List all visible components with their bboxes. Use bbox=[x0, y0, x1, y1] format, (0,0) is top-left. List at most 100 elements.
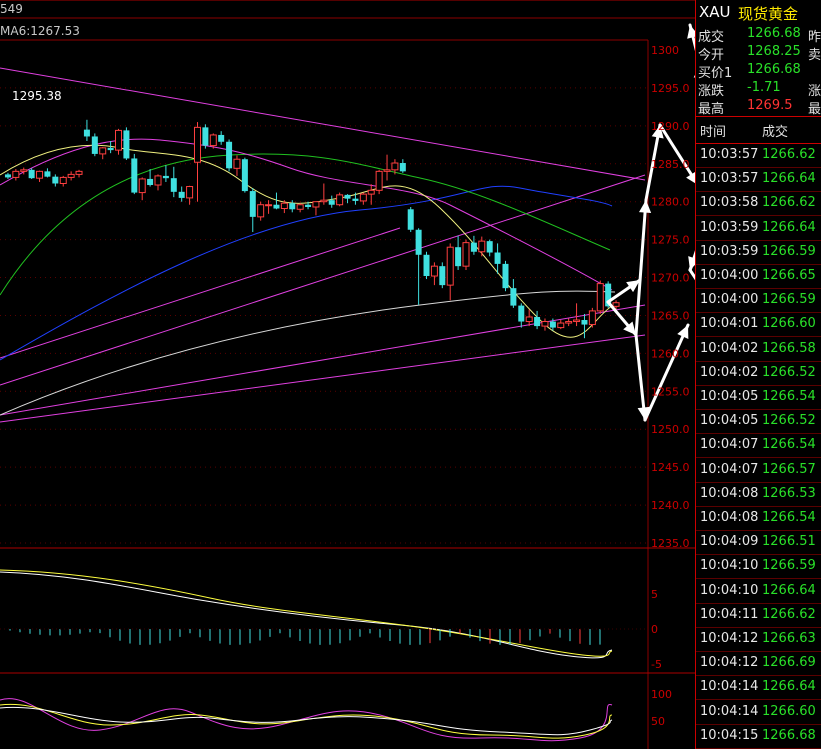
candle-body bbox=[446, 246, 454, 286]
trade-price: 1266.63 bbox=[762, 631, 816, 646]
quote-label-extra: 涨 bbox=[808, 84, 821, 99]
trade-price: 1266.62 bbox=[762, 606, 816, 622]
trade-time: 10:04:05 bbox=[700, 413, 759, 429]
trade-row: 10:04:08 1266.53 bbox=[696, 482, 821, 507]
candle-body bbox=[525, 316, 533, 323]
trade-time: 10:04:07 bbox=[700, 461, 759, 477]
trade-price: 1266.51 bbox=[762, 534, 816, 550]
kdj-panel bbox=[0, 698, 613, 742]
trade-row: 10:04:07 1266.57 bbox=[696, 458, 821, 483]
trade-row: 10:04:11 1266.62 bbox=[696, 603, 821, 628]
trade-row: 10:03:57 1266.62 bbox=[696, 143, 821, 168]
candle-body bbox=[375, 170, 383, 191]
trade-row: 10:03:59 1266.64 bbox=[696, 216, 821, 241]
price-tick-label: 1285.0 bbox=[651, 158, 690, 171]
price-tick-label: 1270.0 bbox=[651, 272, 690, 285]
trade-price: 1266.54 bbox=[762, 389, 816, 404]
candle-body bbox=[557, 322, 565, 329]
trade-price: 1266.52 bbox=[762, 364, 816, 380]
candle-body bbox=[573, 319, 581, 323]
candle-body bbox=[273, 204, 280, 209]
candle-body bbox=[107, 147, 114, 151]
trade-time: 10:04:10 bbox=[700, 582, 759, 598]
trade-price: 1266.64 bbox=[762, 679, 816, 695]
kline-chart[interactable]: 1300 1295.0 1290.0 1285.0 1280.0 1275.0 1270.0… bbox=[0, 0, 695, 749]
candle-body bbox=[581, 320, 588, 325]
macd-dea-line bbox=[0, 569, 613, 657]
candle-body bbox=[20, 169, 28, 172]
candle-body bbox=[359, 193, 367, 202]
trade-price: 1266.57 bbox=[762, 461, 816, 477]
macd-tick-label: 0 bbox=[651, 623, 658, 636]
candle-body bbox=[423, 254, 430, 277]
trade-price: 1266.60 bbox=[762, 316, 816, 332]
arrow-shaft bbox=[634, 198, 648, 337]
candle-body bbox=[541, 321, 549, 327]
candle-body bbox=[280, 202, 288, 210]
trades-price-header: 成交 bbox=[762, 125, 789, 140]
trade-time: 10:04:15 bbox=[700, 727, 759, 743]
trade-row: 10:04:01 1266.60 bbox=[696, 312, 821, 338]
trend-line bbox=[0, 67, 646, 181]
candle-body bbox=[399, 163, 406, 172]
quote-row: 今开 1268.25 卖 bbox=[696, 44, 821, 63]
candle-body bbox=[470, 242, 477, 252]
trade-price: 1266.64 bbox=[762, 171, 816, 187]
candle-body bbox=[52, 176, 59, 184]
candle-body bbox=[147, 178, 154, 186]
trade-row: 10:04:14 1266.64 bbox=[696, 675, 821, 701]
candle-body bbox=[289, 203, 296, 210]
trade-time: 10:04:10 bbox=[700, 558, 759, 574]
candle-body bbox=[344, 194, 351, 199]
candle-body bbox=[494, 252, 501, 264]
trade-price: 1266.59 bbox=[762, 558, 816, 574]
candle-body bbox=[138, 178, 146, 194]
trade-row: 10:04:00 1266.65 bbox=[696, 264, 821, 289]
trade-row: 10:03:59 1266.59 bbox=[696, 240, 821, 265]
trade-time: 10:04:14 bbox=[700, 703, 759, 719]
macd-tick-label: 5 bbox=[651, 588, 658, 601]
symbol-name: 现货黄金 bbox=[738, 5, 799, 23]
candle-body bbox=[4, 174, 11, 178]
candle-body bbox=[588, 310, 596, 326]
candle-body bbox=[154, 175, 162, 186]
candle-body bbox=[518, 305, 525, 322]
trade-price: 1266.69 bbox=[762, 655, 816, 671]
quote-row: 最高 1269.5 最 bbox=[696, 98, 821, 117]
chart-grid bbox=[0, 0, 695, 749]
trade-row: 10:04:12 1266.69 bbox=[696, 651, 821, 677]
quote-label: 最高 bbox=[698, 102, 725, 117]
quote-header: XAU 现货黄金 bbox=[696, 0, 821, 26]
trade-row: 10:04:05 1266.54 bbox=[696, 385, 821, 410]
quote-value: 1269.5 bbox=[747, 98, 793, 113]
quote-label: 买价1 bbox=[698, 66, 733, 81]
price-tick-label: 1260.0 bbox=[651, 347, 690, 360]
ma-line bbox=[0, 185, 613, 361]
price-tick-label: 1255.0 bbox=[651, 385, 690, 398]
trades-header: 时间 成交 bbox=[696, 116, 821, 144]
candle-body bbox=[28, 169, 35, 179]
candle-body bbox=[257, 204, 265, 218]
trade-price: 1266.68 bbox=[762, 727, 816, 743]
candle-body bbox=[44, 171, 51, 177]
trade-row: 10:04:08 1266.54 bbox=[696, 506, 821, 531]
trade-time: 10:03:58 bbox=[700, 195, 759, 211]
ma-line bbox=[0, 138, 613, 291]
candle-body bbox=[233, 158, 241, 169]
kdj-tick-label: 50 bbox=[651, 715, 665, 728]
trade-price: 1266.53 bbox=[762, 485, 816, 501]
ma-line bbox=[0, 153, 611, 296]
quote-value: 1268.25 bbox=[747, 44, 801, 59]
candle-body bbox=[162, 175, 169, 179]
candle-body bbox=[336, 194, 344, 206]
trade-time: 10:04:05 bbox=[700, 389, 759, 404]
candle-body bbox=[430, 265, 438, 277]
candle-body bbox=[612, 302, 620, 307]
price-tick-label: 1280.0 bbox=[651, 196, 690, 209]
price-tick-label: 1290.0 bbox=[651, 120, 690, 133]
candle-body bbox=[439, 266, 446, 286]
trade-time: 10:03:59 bbox=[700, 219, 759, 235]
trade-price: 1266.58 bbox=[762, 340, 816, 356]
trade-price: 1266.65 bbox=[762, 268, 816, 283]
macd-tick-label: -5 bbox=[651, 658, 662, 671]
